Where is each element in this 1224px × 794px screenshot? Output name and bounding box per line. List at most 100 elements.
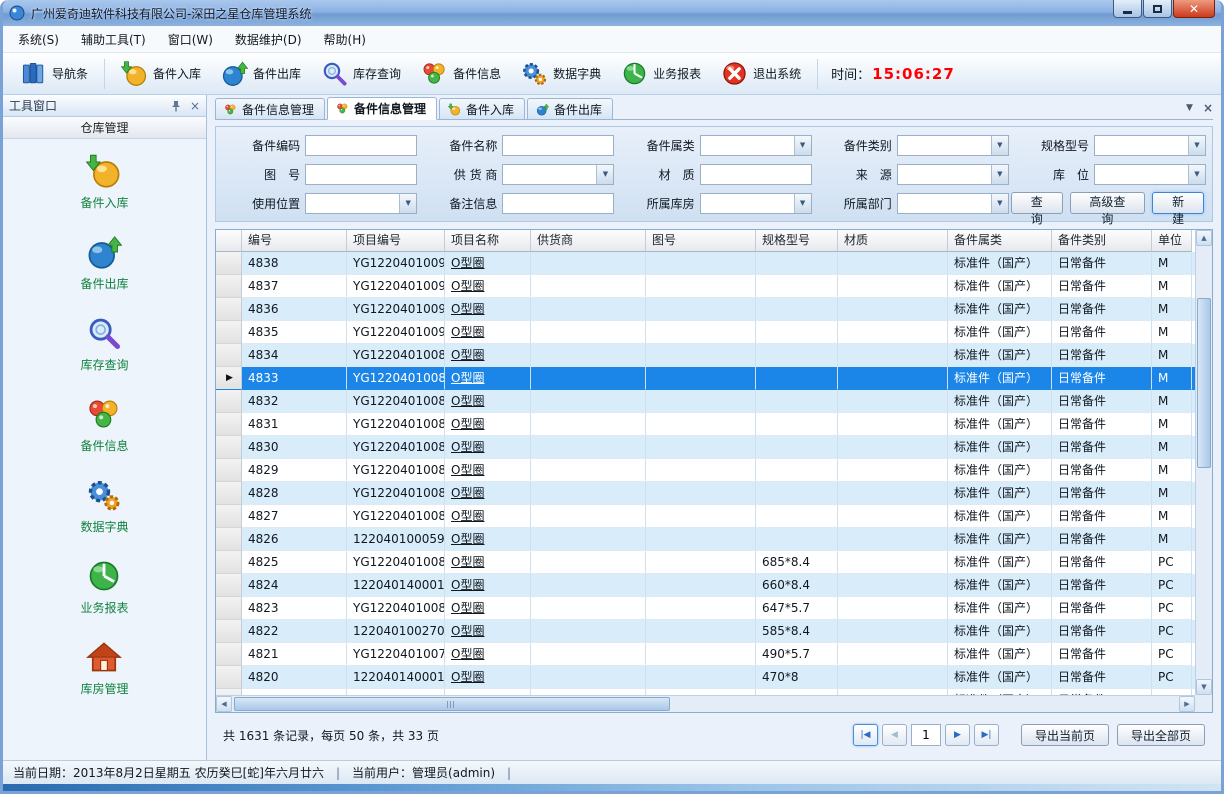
table-row[interactable]: 48201220401400013O型圈470*8标准件（国产）日常备件PC bbox=[216, 666, 1195, 689]
sidebar-item-parts-info[interactable]: 备件信息 bbox=[80, 396, 128, 454]
menu-data-maintenance[interactable]: 数据维护(D) bbox=[224, 26, 313, 52]
first-page-button[interactable]: |◀ bbox=[853, 724, 878, 746]
table-row[interactable]: 48221220401002700O型圈585*8.4标准件（国产）日常备件PC bbox=[216, 620, 1195, 643]
tab-parts-info-management-2[interactable]: 备件信息管理 bbox=[327, 97, 437, 120]
column-header[interactable]: 供货商 bbox=[531, 230, 646, 252]
spec-model-select[interactable]: ▼ bbox=[1094, 135, 1206, 156]
sidebar-item-warehouse-management[interactable]: 库房管理 bbox=[80, 639, 128, 697]
parts-code-input[interactable] bbox=[305, 135, 417, 156]
sidebar-item-inventory-query[interactable]: 库存查询 bbox=[80, 315, 128, 373]
export-current-page-button[interactable]: 导出当前页 bbox=[1021, 724, 1109, 746]
pin-icon[interactable] bbox=[170, 100, 182, 112]
advanced-query-button[interactable]: 高级查询 bbox=[1070, 192, 1146, 214]
cell: 标准件（国产） bbox=[948, 551, 1052, 574]
table-row[interactable]: 4823YG12204010080O型圈647*5.7标准件（国产）日常备件PC bbox=[216, 597, 1195, 620]
table-row[interactable]: 4834YG12204010089O型圈标准件（国产）日常备件M bbox=[216, 344, 1195, 367]
page-navigation: |◀ ◀ ▶ ▶| bbox=[853, 724, 999, 746]
toolbar-business-report-button[interactable]: 业务报表 bbox=[612, 57, 710, 90]
table-row[interactable]: 4827YG12204010082O型圈标准件（国产）日常备件M bbox=[216, 505, 1195, 528]
menu-system[interactable]: 系统(S) bbox=[7, 26, 70, 52]
column-header[interactable]: 备件类别 bbox=[1052, 230, 1152, 252]
column-header[interactable]: 图号 bbox=[646, 230, 756, 252]
sidebar-item-business-report[interactable]: 业务报表 bbox=[80, 558, 128, 616]
toolbar-label: 备件入库 bbox=[153, 65, 201, 82]
material-input[interactable] bbox=[700, 164, 812, 185]
toolbar-inventory-query-button[interactable]: 库存查询 bbox=[312, 57, 410, 90]
toolbar-navbar-button[interactable]: 导航条 bbox=[11, 57, 97, 90]
vertical-scrollbar[interactable]: ▲ ▼ bbox=[1195, 230, 1212, 695]
cell bbox=[531, 643, 646, 666]
column-header[interactable]: 编号 bbox=[242, 230, 347, 252]
close-icon[interactable]: × bbox=[190, 99, 200, 113]
sidebar-item-parts-out[interactable]: 备件出库 bbox=[80, 234, 128, 292]
cell bbox=[838, 643, 948, 666]
toolbar-exit-system-button[interactable]: 退出系统 bbox=[712, 57, 810, 90]
toolbar-parts-in-button[interactable]: 备件入库 bbox=[112, 57, 210, 90]
maximize-button[interactable] bbox=[1143, 0, 1172, 18]
parts-name-input[interactable] bbox=[502, 135, 614, 156]
toolbar-data-dictionary-button[interactable]: 数据字典 bbox=[512, 57, 610, 90]
table-row[interactable]: 4837YG12204010092O型圈标准件（国产）日常备件M bbox=[216, 275, 1195, 298]
minimize-button[interactable] bbox=[1113, 0, 1142, 18]
scrollbar-thumb[interactable] bbox=[1197, 298, 1211, 468]
table-row[interactable]: ▶4833YG12204010088O型圈标准件（国产）日常备件M bbox=[216, 367, 1195, 390]
parts-category-select[interactable]: ▼ bbox=[700, 135, 812, 156]
window-titlebar[interactable]: 广州爱奇迪软件科技有限公司-深田之星仓库管理系统 ✕ bbox=[3, 0, 1221, 26]
parts-type-select[interactable]: ▼ bbox=[897, 135, 1009, 156]
usage-position-select[interactable]: ▼ bbox=[305, 193, 417, 214]
supplier-select[interactable]: ▼ bbox=[502, 164, 614, 185]
sidebar-item-data-dictionary[interactable]: 数据字典 bbox=[80, 477, 128, 535]
table-row[interactable]: 4829YG12204010084O型圈标准件（国产）日常备件M bbox=[216, 459, 1195, 482]
table-row[interactable]: 4835YG12204010090O型圈标准件（国产）日常备件M bbox=[216, 321, 1195, 344]
tab-parts-info-management-1[interactable]: 备件信息管理 bbox=[215, 98, 325, 119]
new-button[interactable]: 新建 bbox=[1152, 192, 1204, 214]
remark-input[interactable] bbox=[502, 193, 614, 214]
table-row[interactable]: 4836YG12204010091O型圈标准件（国产）日常备件M bbox=[216, 298, 1195, 321]
toolbar-parts-out-button[interactable]: 备件出库 bbox=[212, 57, 310, 90]
export-all-pages-button[interactable]: 导出全部页 bbox=[1117, 724, 1205, 746]
next-page-button[interactable]: ▶ bbox=[945, 724, 970, 746]
tab-parts-in[interactable]: 备件入库 bbox=[439, 98, 525, 119]
close-button[interactable]: ✕ bbox=[1173, 0, 1215, 18]
scroll-up-icon[interactable]: ▲ bbox=[1196, 230, 1212, 246]
prev-page-button[interactable]: ◀ bbox=[882, 724, 907, 746]
scroll-right-icon[interactable]: ▶ bbox=[1179, 696, 1195, 712]
table-row[interactable]: 48241220401400012O型圈660*8.4标准件（国产）日常备件PC bbox=[216, 574, 1195, 597]
column-header[interactable]: 项目名称 bbox=[445, 230, 531, 252]
sidebar-item-parts-in[interactable]: 备件入库 bbox=[80, 153, 128, 211]
location-select[interactable]: ▼ bbox=[1094, 164, 1206, 185]
page-number-input[interactable] bbox=[911, 724, 941, 746]
table-row[interactable]: 4830YG12204010085O型圈标准件（国产）日常备件M bbox=[216, 436, 1195, 459]
column-header[interactable]: 规格型号 bbox=[756, 230, 838, 252]
horizontal-scrollbar[interactable]: ◀ ▶ bbox=[216, 695, 1195, 712]
column-header[interactable]: 材质 bbox=[838, 230, 948, 252]
menu-help[interactable]: 帮助(H) bbox=[313, 26, 377, 52]
query-button[interactable]: 查询 bbox=[1011, 192, 1063, 214]
source-select[interactable]: ▼ bbox=[897, 164, 1009, 185]
department-select[interactable]: ▼ bbox=[897, 193, 1009, 214]
table-row[interactable]: 4832YG12204010087O型圈标准件（国产）日常备件M bbox=[216, 390, 1195, 413]
scrollbar-track[interactable] bbox=[232, 696, 1179, 712]
column-header[interactable]: 项目编号 bbox=[347, 230, 445, 252]
scroll-down-icon[interactable]: ▼ bbox=[1196, 679, 1212, 695]
tab-parts-out[interactable]: 备件出库 bbox=[527, 98, 613, 119]
scrollbar-thumb[interactable] bbox=[234, 697, 670, 711]
last-page-button[interactable]: ▶| bbox=[974, 724, 999, 746]
table-row[interactable]: 48261220401000599O型圈标准件（国产）日常备件M bbox=[216, 528, 1195, 551]
chevron-down-icon[interactable]: ▼ bbox=[1186, 103, 1193, 113]
close-icon[interactable]: × bbox=[1203, 101, 1213, 115]
menu-window[interactable]: 窗口(W) bbox=[157, 26, 224, 52]
toolbar-parts-info-button[interactable]: 备件信息 bbox=[412, 57, 510, 90]
column-header[interactable]: 备件属类 bbox=[948, 230, 1052, 252]
drawing-no-input[interactable] bbox=[305, 164, 417, 185]
table-row[interactable]: 4825YG12204010081O型圈685*8.4标准件（国产）日常备件PC bbox=[216, 551, 1195, 574]
table-row[interactable]: 4838YG12204010093O型圈标准件（国产）日常备件M bbox=[216, 252, 1195, 275]
scroll-left-icon[interactable]: ◀ bbox=[216, 696, 232, 712]
menu-aux-tools[interactable]: 辅助工具(T) bbox=[70, 26, 157, 52]
warehouse-select[interactable]: ▼ bbox=[700, 193, 812, 214]
table-row[interactable]: 4821YG12204010079O型圈490*5.7标准件（国产）日常备件PC bbox=[216, 643, 1195, 666]
column-header[interactable]: 单位 bbox=[1152, 230, 1192, 252]
table-row[interactable]: 4828YG12204010083O型圈标准件（国产）日常备件M bbox=[216, 482, 1195, 505]
table-row[interactable]: 4831YG12204010086O型圈标准件（国产）日常备件M bbox=[216, 413, 1195, 436]
scrollbar-track[interactable] bbox=[1196, 246, 1212, 679]
